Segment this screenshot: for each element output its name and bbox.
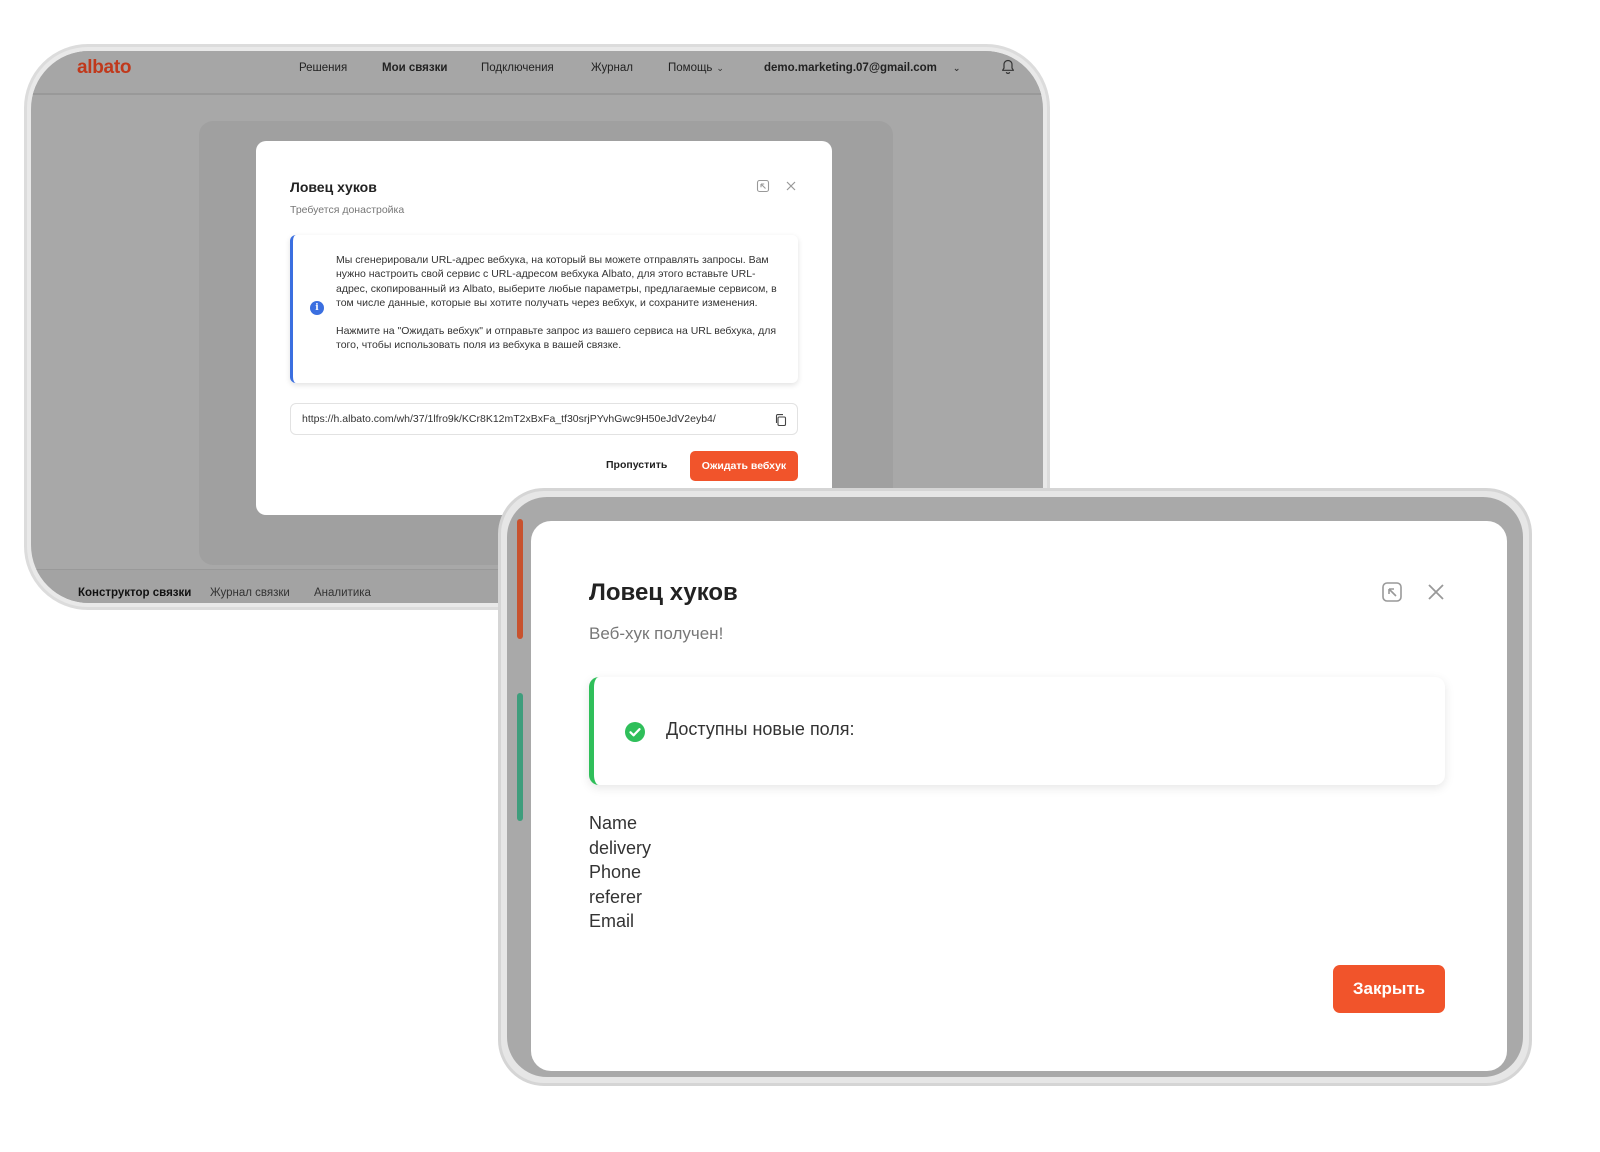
nav-item-help[interactable]: Помощь ⌄ [668, 62, 724, 74]
nav-item-help-label: Помощь [668, 62, 713, 74]
modal-title: Ловец хуков [589, 579, 738, 606]
info-text: Мы сгенерировали URL-адрес вебхука, на к… [336, 253, 784, 353]
success-message: Доступны новые поля: [666, 719, 855, 739]
chevron-down-icon: ⌄ [952, 63, 961, 73]
success-callout: Доступны новые поля: [589, 677, 1445, 785]
webhook-url-value[interactable]: https://h.albato.com/wh/37/1lfro9k/KCr8K… [302, 413, 716, 425]
copy-icon[interactable] [774, 413, 787, 427]
list-item: Email [589, 911, 635, 931]
collapse-icon[interactable] [756, 179, 770, 193]
nav-item-connections[interactable]: Подключения [481, 62, 554, 74]
albato-logo[interactable]: albato [77, 57, 131, 79]
check-circle-icon [625, 722, 645, 742]
modal-subtitle: Требуется донастройка [290, 204, 405, 216]
tab-analytics[interactable]: Аналитика [314, 587, 371, 599]
nav-item-my-bundles[interactable]: Мои связки [382, 62, 447, 74]
modal-header-actions [1381, 581, 1447, 603]
new-fields-list: Name delivery Phone referer Email [589, 811, 651, 934]
foreground-app-surface: Ловец хуков Веб-хук получен! Доступны но… [507, 497, 1523, 1077]
nav-item-log[interactable]: Журнал [591, 62, 633, 74]
info-callout: i Мы сгенерировали URL-адрес вебхука, на… [290, 235, 798, 383]
list-item: Name [589, 813, 638, 833]
tab-bundle-builder[interactable]: Конструктор связки [78, 587, 191, 599]
account-email: demo.marketing.07@gmail.com [764, 62, 937, 74]
side-accent-bar [517, 693, 523, 821]
list-item: Phone [589, 862, 642, 882]
hook-catcher-setup-modal: Ловец хуков Требуется донастройка i Мы с… [256, 141, 832, 515]
modal-title: Ловец хуков [290, 179, 377, 195]
top-navigation: albato Решения Мои связки Подключения Жу… [31, 51, 1043, 95]
side-accent-bar [517, 519, 523, 639]
tab-bundle-log[interactable]: Журнал связки [210, 587, 290, 599]
info-paragraph-2: Нажмите на "Ожидать вебхук" и отправьте … [336, 325, 777, 352]
list-item: delivery [589, 837, 652, 858]
account-menu[interactable]: demo.marketing.07@gmail.com ⌄ [764, 62, 960, 74]
close-button[interactable]: Закрыть [1333, 965, 1445, 1013]
close-icon[interactable] [1425, 581, 1447, 603]
close-icon[interactable] [784, 179, 798, 193]
nav-item-solutions[interactable]: Решения [299, 62, 347, 74]
wait-webhook-button[interactable]: Ожидать вебхук [690, 451, 798, 481]
collapse-icon[interactable] [1381, 581, 1403, 603]
skip-button[interactable]: Пропустить [606, 459, 667, 471]
foreground-app-window: Ловец хуков Веб-хук получен! Доступны но… [498, 488, 1532, 1086]
info-paragraph-1: Мы сгенерировали URL-адрес вебхука, на к… [336, 254, 777, 309]
list-item: referer [589, 886, 643, 907]
modal-header-actions [756, 179, 798, 193]
info-icon: i [310, 301, 324, 315]
modal-subtitle: Веб-хук получен! [589, 624, 724, 643]
webhook-url-field[interactable]: https://h.albato.com/wh/37/1lfro9k/KCr8K… [290, 403, 798, 435]
chevron-down-icon: ⌄ [716, 63, 724, 73]
bell-icon[interactable] [1001, 59, 1015, 75]
hook-catcher-result-modal: Ловец хуков Веб-хук получен! Доступны но… [531, 521, 1507, 1071]
